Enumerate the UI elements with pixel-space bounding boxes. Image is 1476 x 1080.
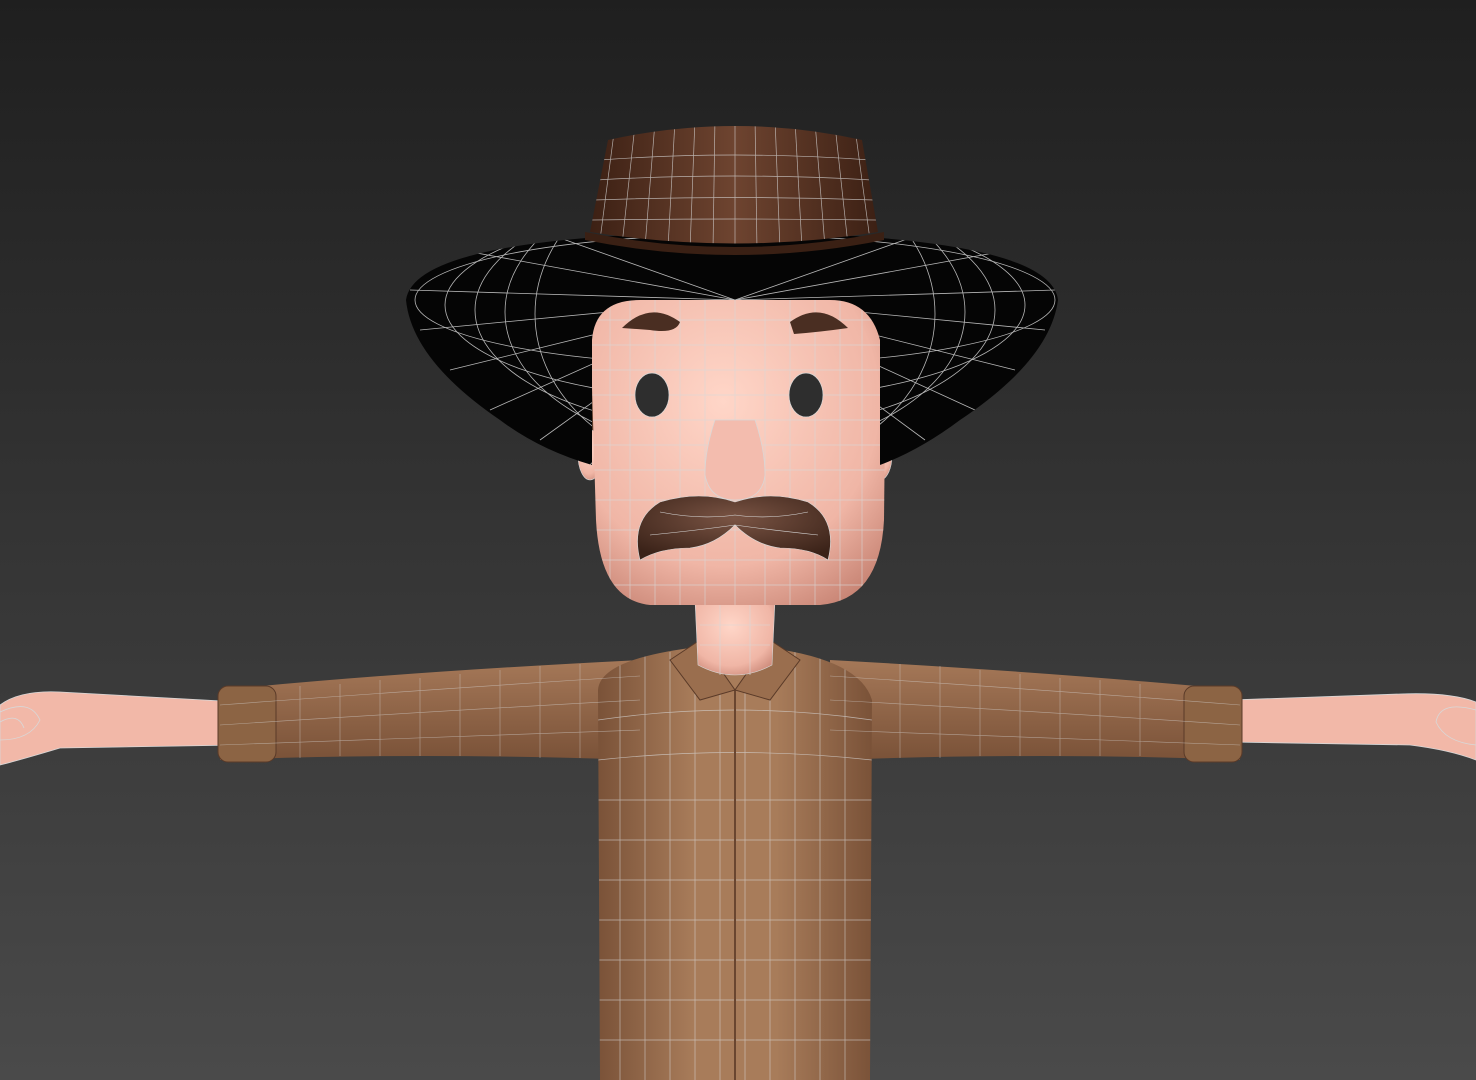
3d-viewport[interactable] — [0, 0, 1476, 1080]
hat-crown — [585, 126, 884, 255]
neck — [694, 599, 776, 676]
torso — [598, 648, 872, 1080]
nose — [704, 419, 766, 501]
right-eye — [788, 372, 824, 418]
left-eye — [634, 372, 670, 418]
